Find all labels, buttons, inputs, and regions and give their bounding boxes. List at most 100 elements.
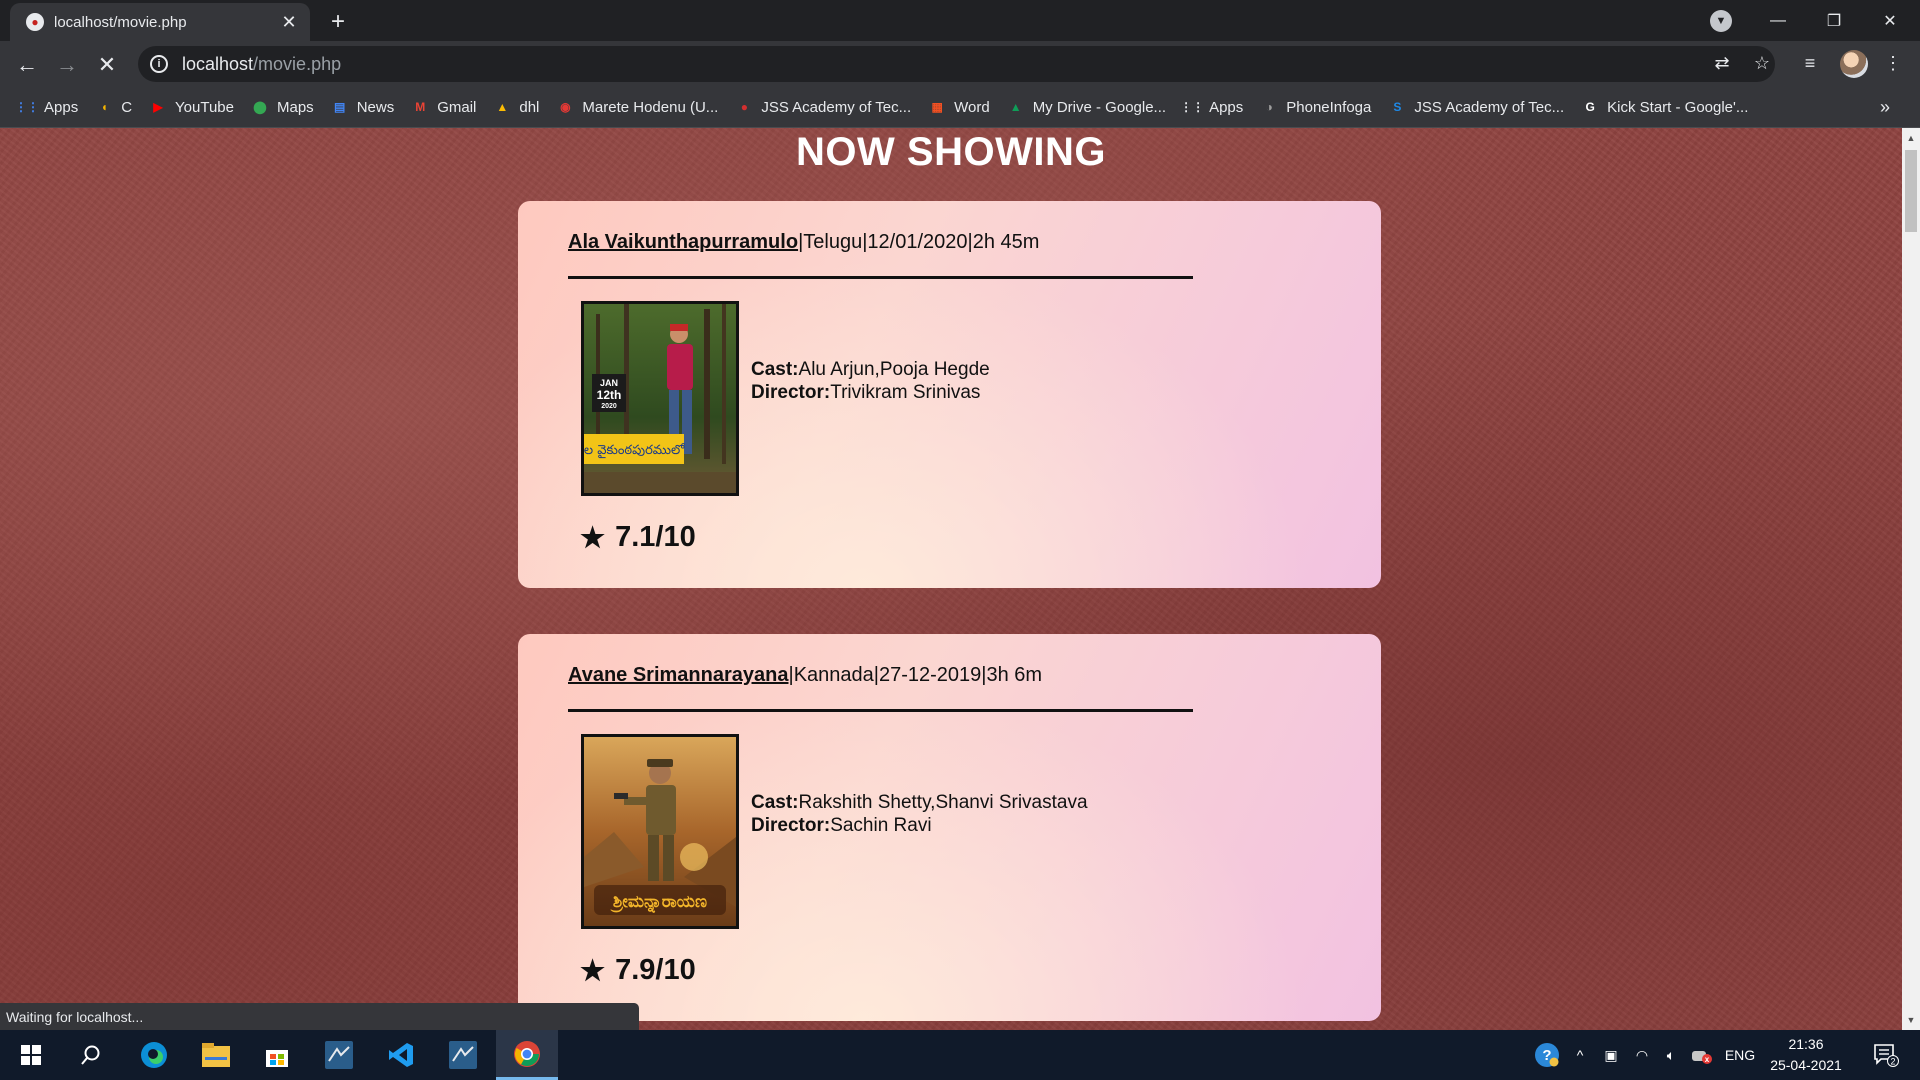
movie-header: Ala Vaikunthapurramulo|Telugu|12/01/2020… — [568, 231, 1040, 253]
bookmark-label: Marete Hodenu (U... — [582, 98, 719, 116]
browser-toolbar: ← → ✕ i localhost/movie.php ⇄ ☆ ≡ ⋮ — [0, 41, 1920, 87]
notification-center-icon[interactable]: 2 — [1866, 1030, 1906, 1080]
bookmark-item[interactable]: ◑ PhoneInfoga — [1260, 98, 1372, 116]
bookmark-item[interactable]: ▲ dhl — [493, 98, 539, 116]
system-clock[interactable]: 21:36 25-04-2021 — [1760, 1034, 1852, 1076]
movie-language: Kannada — [793, 664, 874, 686]
movie-card: Ala Vaikunthapurramulo|Telugu|12/01/2020… — [518, 201, 1381, 588]
bookmark-item[interactable]: ▶ YouTube — [149, 98, 234, 116]
rating-value: 7.1/10 — [615, 521, 696, 553]
forward-arrow-icon[interactable]: → — [51, 49, 83, 81]
translate-icon[interactable]: ⇄ — [1709, 50, 1735, 76]
tab-strip: ● localhost/movie.php ✕ + ▼ — ❐ ✕ — [0, 0, 1920, 41]
bookmark-item[interactable]: ◖ C — [95, 98, 132, 116]
movie-poster[interactable]: JAN 12th 2020 ఆల వైకుంఠపురములో — [581, 301, 739, 496]
more-bookmarks-icon[interactable]: » — [1880, 87, 1900, 128]
chrome-icon[interactable] — [496, 1030, 558, 1080]
scroll-up-icon[interactable]: ▲ — [1902, 130, 1920, 146]
file-explorer-icon[interactable] — [185, 1030, 247, 1080]
bookmark-label: Apps — [44, 98, 79, 116]
bookmark-label: Kick Start - Google'... — [1607, 98, 1749, 116]
gmail-icon: M — [415, 100, 426, 114]
show-hidden-icons-icon[interactable]: ^ — [1568, 1030, 1592, 1080]
bookmark-item[interactable]: ⬤ Maps — [251, 98, 313, 116]
wifi-icon[interactable]: ◠ — [1630, 1030, 1654, 1080]
input-language[interactable]: ENG — [1720, 1030, 1760, 1080]
rating-value: 7.9/10 — [615, 954, 696, 986]
bookmark-item[interactable]: G Kick Start - Google'... — [1581, 98, 1748, 116]
phoneinfoga-icon: ◑ — [1265, 100, 1273, 114]
status-bubble: Waiting for localhost... — [0, 1003, 639, 1030]
svg-text:12th: 12th — [597, 388, 622, 402]
edge-icon[interactable] — [123, 1030, 185, 1080]
device-icon[interactable]: ▣ — [1599, 1030, 1623, 1080]
bookmark-item[interactable]: ⋮⋮ Apps — [15, 98, 79, 116]
url-host: localhost — [182, 53, 254, 74]
search-icon[interactable] — [60, 1030, 122, 1080]
svg-text:ಶ್ರೀಮನ್ನಾರಾಯಣ: ಶ್ರೀಮನ್ನಾರಾಯಣ — [610, 892, 707, 914]
help-icon[interactable]: ? — [1530, 1030, 1564, 1080]
mysql-workbench-icon[interactable] — [432, 1030, 494, 1080]
music-icon: ◉ — [560, 100, 571, 114]
bookmark-item[interactable]: ▲ My Drive - Google... — [1007, 98, 1166, 116]
movie-title-link[interactable]: Ala Vaikunthapurramulo — [568, 231, 798, 253]
movie-poster[interactable]: ಶ್ರೀಮನ್ನಾರಾಯಣ — [581, 734, 739, 929]
movie-credits: Cast:Alu Arjun,Pooja Hegde Director:Triv… — [751, 358, 990, 404]
bookmark-item[interactable]: ⋮⋮ Apps — [1180, 98, 1244, 116]
bookmark-item[interactable]: ▤ News — [331, 98, 394, 116]
movie-duration: 2h 45m — [972, 231, 1040, 253]
windows-taskbar: ? ^ ▣ ◠ 🔈︎ x ENG 21:36 25-04-2021 2 — [0, 1030, 1920, 1080]
news-icon: ▤ — [334, 100, 346, 114]
google-icon: G — [1585, 100, 1595, 114]
svg-text:JAN: JAN — [600, 378, 618, 388]
bookmark-item[interactable]: ▦ Word — [928, 98, 989, 116]
page-viewport: NOW SHOWING Ala Vaikunthapurramulo|Telug… — [0, 128, 1902, 1030]
maps-icon: ⬤ — [253, 100, 267, 114]
tab-search-icon[interactable]: ▼ — [1710, 10, 1732, 32]
bookmark-star-icon[interactable]: ☆ — [1749, 50, 1775, 76]
back-arrow-icon[interactable]: ← — [11, 49, 43, 81]
scrollbar-thumb[interactable] — [1905, 150, 1917, 232]
cast-label: Cast: — [751, 359, 799, 380]
media-queue-icon[interactable]: ≡ — [1797, 50, 1823, 76]
close-window-icon[interactable]: ✕ — [1862, 0, 1918, 41]
bookmark-item[interactable]: S JSS Academy of Tec... — [1388, 98, 1564, 116]
drive-icon: ▲ — [496, 100, 509, 114]
bookmark-label: JSS Academy of Tec... — [1414, 98, 1565, 116]
bookmark-label: Apps — [1209, 98, 1244, 116]
movie-language: Telugu — [803, 231, 863, 253]
svg-text:2020: 2020 — [601, 403, 617, 410]
bookmark-item[interactable]: ● JSS Academy of Tec... — [735, 98, 911, 116]
store-icon[interactable] — [246, 1030, 308, 1080]
new-tab-button[interactable]: + — [324, 8, 352, 36]
browser-tab[interactable]: ● localhost/movie.php ✕ — [10, 3, 310, 41]
stop-loading-icon[interactable]: ✕ — [91, 49, 123, 81]
volume-icon[interactable]: 🔈︎ — [1659, 1030, 1683, 1080]
close-tab-icon[interactable]: ✕ — [278, 11, 300, 33]
menu-kebab-icon[interactable]: ⋮ — [1880, 50, 1906, 76]
movie-rating: ★ 7.9/10 — [580, 954, 696, 987]
movie-title-link[interactable]: Avane Srimannarayana — [568, 664, 788, 686]
vscode-icon[interactable] — [370, 1030, 432, 1080]
movie-credits: Cast:Rakshith Shetty,Shanvi Srivastava D… — [751, 791, 1088, 837]
scroll-down-icon[interactable]: ▼ — [1902, 1012, 1920, 1028]
antivirus-alert-icon[interactable]: x — [1690, 1030, 1714, 1080]
header-divider — [568, 276, 1193, 279]
profile-avatar[interactable] — [1840, 50, 1868, 78]
bookmark-item[interactable]: ◉ Marete Hodenu (U... — [556, 98, 718, 116]
minimize-icon[interactable]: — — [1750, 0, 1806, 41]
bookmark-item[interactable]: M Gmail — [411, 98, 476, 116]
movie-cast: Rakshith Shetty,Shanvi Srivastava — [798, 792, 1088, 813]
clock-time: 21:36 — [1788, 1036, 1824, 1052]
address-bar[interactable]: i localhost/movie.php — [138, 46, 1775, 82]
movie-duration: 3h 6m — [986, 664, 1043, 686]
site-info-icon[interactable]: i — [150, 55, 168, 73]
restore-icon[interactable]: ❐ — [1806, 0, 1862, 41]
director-label: Director: — [751, 815, 831, 836]
windows-start-icon[interactable] — [0, 1030, 62, 1080]
star-icon: ★ — [580, 955, 606, 986]
bookmarks-bar: ⋮⋮ Apps ◖ C ▶ YouTube ⬤ Maps ▤ News M Gmail ▲ dhl ◉ Mar… — [0, 87, 1920, 128]
page-scrollbar[interactable]: ▲ ▼ — [1902, 128, 1920, 1030]
svg-text:ఆల వైకుంఠపురములో: ఆల వైకుంఠపురములో — [584, 443, 686, 459]
mysql-workbench-icon[interactable] — [308, 1030, 370, 1080]
